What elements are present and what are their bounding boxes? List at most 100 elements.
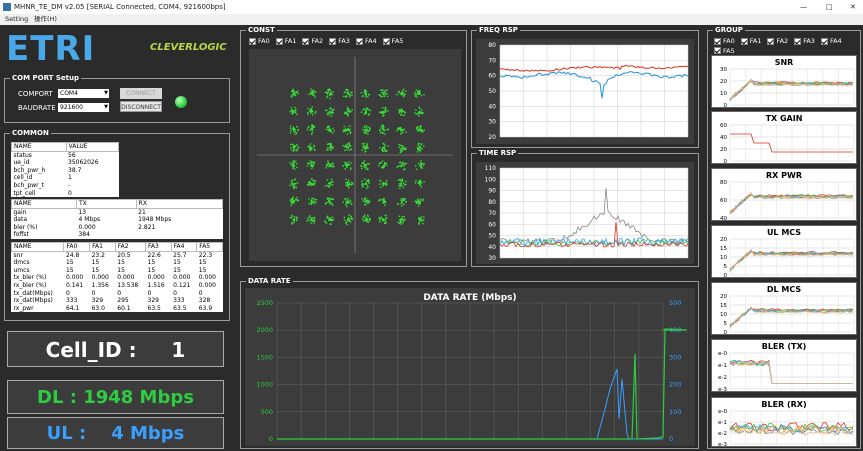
y-tick-label: 20 [720, 79, 727, 85]
fa-checkbox-fa0[interactable]: FA0 [249, 37, 270, 45]
table-cell: 1.356 [91, 281, 109, 289]
fa-checkbox-fa4[interactable]: FA4 [820, 37, 842, 45]
table-header-row: NAME FA0 FA1 FA2 FA3 FA4 FA5 [10, 242, 223, 252]
checkbox-icon[interactable] [355, 37, 363, 45]
table-cell: foffst [13, 231, 29, 239]
checkbox-icon[interactable] [767, 37, 775, 45]
table-cell: 0 [147, 289, 152, 297]
table-cell: 13.538 [117, 281, 139, 289]
fa-label: FA0 [258, 37, 270, 45]
fa-label: FA3 [803, 37, 815, 45]
menu-help[interactable]: 操作(H) [34, 14, 57, 25]
table-cell: 1.516 [147, 281, 165, 289]
group-chart-bler-rx: BLER (RX) e-0 e-1 e-2 e-3 [711, 397, 857, 448]
checkbox-icon[interactable] [275, 37, 283, 45]
fa-checkbox-fa2[interactable]: FA2 [767, 37, 788, 45]
table-cell: 329 [147, 297, 159, 305]
fa-checkbox-fa0[interactable]: FA0 [714, 37, 735, 45]
table-header-cell: FA0 [63, 242, 91, 252]
checkbox-icon[interactable] [820, 37, 828, 45]
checkbox-icon[interactable] [329, 37, 337, 45]
table-cell: 333 [65, 297, 78, 305]
table-cell: 23.2 [91, 251, 105, 259]
y-tick-label: 110 [485, 165, 497, 172]
fa-label: FA1 [284, 37, 297, 45]
table-cell: 64.1 [65, 304, 80, 312]
y-tick-label: e-1 [718, 420, 727, 426]
table-cell: 0 [173, 289, 177, 297]
minimize-button[interactable]: — [800, 0, 807, 14]
fa-checkbox-fa3[interactable]: FA3 [329, 37, 350, 45]
etri-logo: ETRI [6, 29, 96, 69]
connection-led-icon [175, 96, 187, 108]
checkbox-icon[interactable] [249, 37, 256, 45]
table-cell: 0.000 [78, 223, 96, 231]
y-left-tick-label: 2000 [256, 326, 273, 334]
table-cell: 15 [117, 266, 125, 274]
connect-button[interactable]: CONNECT [120, 88, 162, 99]
chevron-down-icon: ▼ [104, 90, 108, 96]
table-cell: 15 [117, 259, 125, 267]
y-right-tick-label: 200 [669, 381, 681, 389]
checkbox-icon[interactable] [794, 37, 802, 45]
fa-label: FA4 [364, 37, 377, 45]
table-cell: 13 [78, 208, 87, 216]
table-cell: bler (%) [13, 223, 38, 231]
table-cell: 4 Mbps [78, 216, 101, 224]
table-header-row: NAME TX RX [11, 199, 224, 209]
fa-checkbox-fa4[interactable]: FA4 [355, 37, 377, 45]
y-left-tick-label: 500 [261, 408, 273, 416]
table-cell: 1 [68, 174, 72, 182]
table-cell: 333 [173, 297, 185, 305]
table-cell: 0 [91, 289, 96, 297]
fa-checkbox-fa2[interactable]: FA2 [302, 37, 323, 45]
y-tick-label: 40 [720, 135, 727, 141]
table-cell: 0 [65, 289, 70, 297]
table-header-cell: FA3 [145, 242, 172, 252]
y-tick-label: 20 [720, 294, 727, 300]
checkbox-icon[interactable] [714, 37, 721, 45]
fa-label: FA2 [776, 37, 789, 45]
baudrate-select[interactable]: 921600 ▼ [58, 103, 109, 112]
maximize-button[interactable]: □ [826, 0, 833, 14]
table-cell: tx_bler (%) [13, 274, 47, 282]
y-tick-label: 15 [720, 246, 727, 252]
close-button[interactable]: ✕ [850, 0, 856, 14]
table-header-row: NAME VALUE [11, 142, 120, 152]
y-tick-label: 0 [724, 273, 728, 279]
table-cell: ue_id [13, 159, 30, 167]
fa-label: FA4 [829, 37, 842, 45]
data-rate-chart-title: DATA RATE (Mbps) [423, 293, 516, 303]
checkbox-icon[interactable] [382, 37, 390, 45]
table-cell: 22.3 [198, 251, 213, 259]
table-cell: 15 [147, 266, 156, 274]
checkbox-icon[interactable] [714, 47, 721, 54]
checkbox-icon[interactable] [302, 37, 310, 45]
table-cell: 60.1 [117, 304, 131, 312]
disconnect-button[interactable]: DISCONNECT [120, 101, 162, 112]
cleverlogic-logo: CLEVERLOGIC [150, 42, 227, 53]
y-tick-label: 30 [488, 119, 496, 126]
fa-checkbox-fa5[interactable]: FA5 [382, 37, 403, 45]
table-header-cell: NAME [11, 199, 77, 209]
window-title: MHNR_TE_DM v2.05 [SERIAL Connected, COM4… [14, 3, 226, 11]
fa-checkbox-fa3[interactable]: FA3 [794, 37, 815, 45]
fa-checkbox-fa1[interactable]: FA1 [275, 37, 297, 45]
table-cell: 0 [68, 189, 72, 197]
fa-checkbox-fa5[interactable]: FA5 [714, 47, 735, 55]
freq-rsp-chart: 80 70 60 50 40 30 20 [476, 39, 694, 144]
comport-select[interactable]: COM4 ▼ [58, 89, 109, 98]
table-cell: 63.0 [91, 304, 105, 312]
y-tick-label: 80 [488, 199, 496, 206]
menu-setting[interactable]: Setting [5, 14, 28, 25]
y-tick-label: e-0 [718, 409, 727, 415]
table-cell: 328 [198, 297, 211, 305]
table-cell: tx_dat(Mbps) [13, 289, 53, 297]
y-tick-label: 5 [724, 264, 728, 270]
baudrate-value: 921600 [60, 104, 83, 111]
table-header-cell: FA5 [196, 242, 223, 252]
table-row: tx_dat(Mbps) 0 0 0 0 0 0 [12, 290, 223, 298]
table-cell: 0.000 [65, 274, 84, 282]
checkbox-icon[interactable] [740, 37, 748, 45]
fa-checkbox-fa1[interactable]: FA1 [740, 37, 761, 45]
